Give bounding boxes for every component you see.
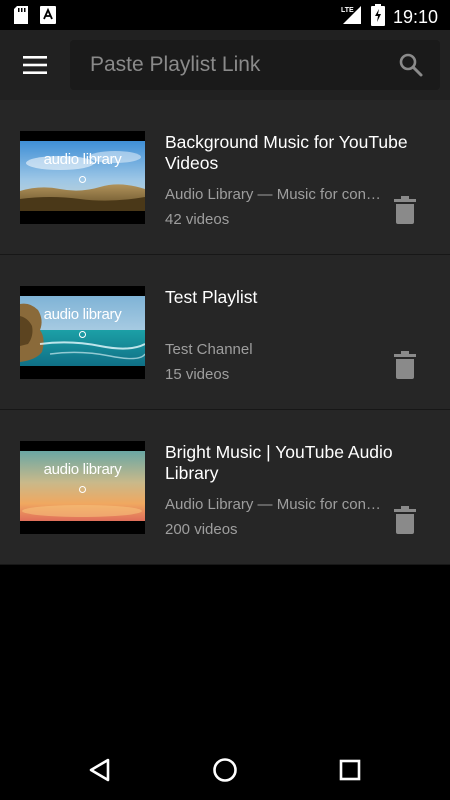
playlist-thumbnail: audio library [20, 131, 145, 224]
delete-button[interactable] [393, 351, 417, 379]
playlist-video-count: 200 videos [165, 521, 238, 538]
back-button[interactable] [86, 756, 114, 784]
playlist-thumbnail: audio library [20, 286, 145, 379]
thumbnail-text: audio library [43, 461, 122, 478]
home-icon [213, 758, 237, 782]
playlist-channel: Audio Library — Music for content creato… [165, 496, 383, 513]
search-box [70, 40, 440, 90]
playlist-list: audio library Background Music for YouTu… [0, 100, 450, 565]
back-icon [89, 758, 110, 782]
playlist-thumbnail: audio library [20, 441, 145, 534]
hamburger-menu-icon [23, 56, 47, 74]
playlist-title: Test Playlist [165, 287, 258, 307]
recents-icon [339, 759, 361, 781]
playlist-title: Bright Music | YouTube Audio Library [165, 442, 393, 483]
thumbnail-logo-dot [79, 486, 86, 493]
playlist-title: Background Music for YouTube Videos [165, 132, 408, 173]
search-button[interactable] [398, 52, 424, 78]
trash-icon [394, 196, 416, 224]
app-screen: LTE 19:10 Paste Playlist Link audio libr… [0, 0, 450, 800]
search-icon [399, 53, 423, 77]
delete-button[interactable] [393, 196, 417, 224]
menu-button[interactable] [18, 50, 52, 80]
playlist-video-count: 42 videos [165, 211, 230, 228]
playlist-channel: Test Channel [165, 341, 253, 358]
lte-signal-icon: LTE [341, 4, 363, 31]
thumbnail-logo-dot [79, 331, 86, 338]
home-button[interactable] [211, 756, 239, 784]
trash-icon [394, 506, 416, 534]
app-bar [0, 30, 450, 100]
trash-icon [394, 351, 416, 379]
delete-button[interactable] [393, 506, 417, 534]
playlist-channel: Audio Library — Music for content creato… [165, 186, 383, 203]
system-nav-bar [0, 740, 450, 800]
search-input[interactable] [90, 40, 380, 90]
recents-button[interactable] [336, 756, 364, 784]
thumbnail-text: audio library [43, 151, 122, 168]
playlist-video-count: 15 videos [165, 366, 230, 383]
thumbnail-text: audio library [43, 306, 122, 323]
status-time: 19:10 [392, 7, 438, 27]
lte-label: LTE [341, 7, 354, 14]
sd-card-icon [14, 6, 28, 29]
playlist-item[interactable]: audio library Bright Music | YouTube Aud… [0, 410, 450, 565]
app-notification-icon [40, 6, 56, 29]
status-bar: LTE 19:10 [0, 0, 450, 30]
playlist-item[interactable]: audio library Background Music for YouTu… [0, 100, 450, 255]
battery-charging-icon [370, 4, 385, 31]
thumbnail-logo-dot [79, 176, 86, 183]
playlist-item[interactable]: audio library Test Playlist Test Channel… [0, 255, 450, 410]
